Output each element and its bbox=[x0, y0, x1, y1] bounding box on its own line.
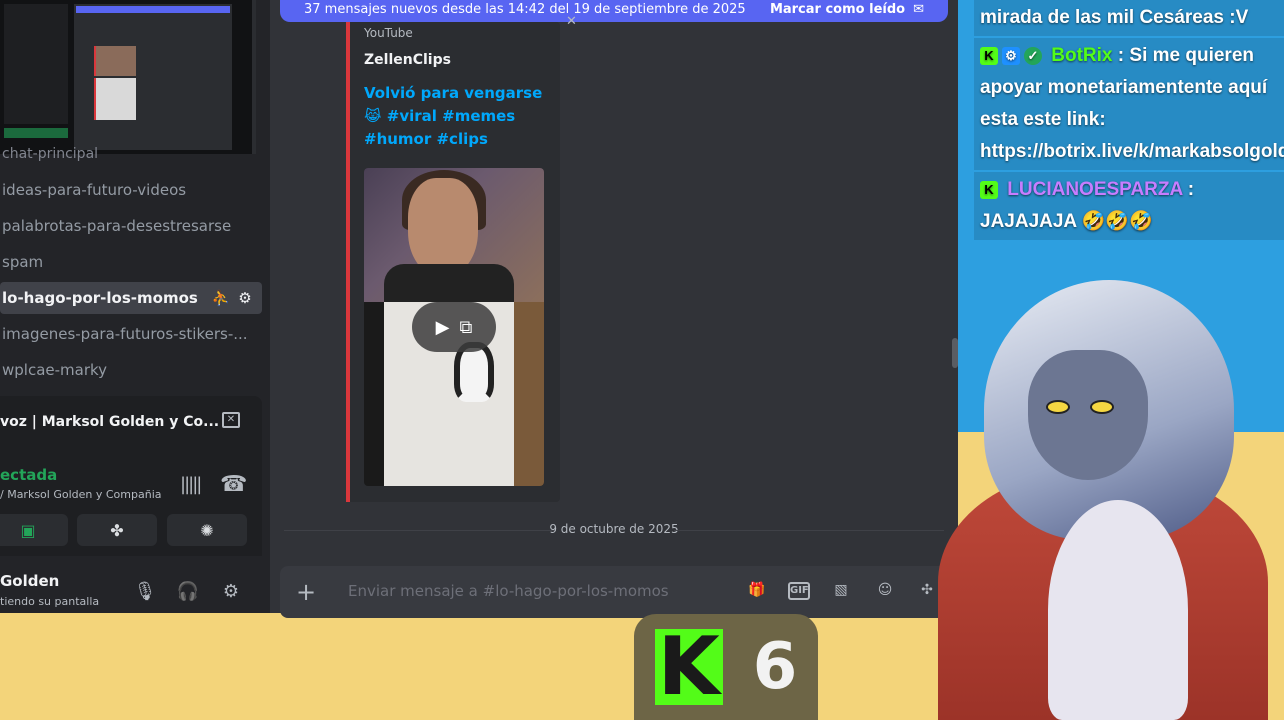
chat-message: mirada de las mil Cesáreas :V bbox=[974, 0, 1284, 36]
gif-icon[interactable]: GIF bbox=[788, 582, 810, 600]
stream-overlay: mirada de las mil Cesáreas :V K ⚙ ✓ BotRix… bbox=[938, 0, 1284, 720]
invite-icon[interactable]: ⛹ bbox=[212, 289, 231, 307]
thumbnail-shirt bbox=[384, 264, 514, 304]
screen-share-preview[interactable] bbox=[0, 0, 256, 154]
channel-label: lo-hago-por-los-momos bbox=[2, 289, 198, 307]
channel-palabrotas[interactable]: palabrotas-para-desestresarse bbox=[0, 210, 262, 242]
channel-partial[interactable]: chat-principal bbox=[2, 146, 98, 162]
video-controls[interactable]: ▶ ⧉ bbox=[412, 302, 496, 352]
youtube-embed: YouTube ZellenClips Volvió para vengarse… bbox=[346, 22, 560, 502]
gift-icon[interactable]: 🎁 bbox=[746, 582, 768, 602]
message-input-placeholder[interactable]: Enviar mensaje a #lo-hago-por-los-momos bbox=[348, 582, 669, 600]
chat-message-text: Si me quieren apoyar monetariamentente a… bbox=[980, 45, 1284, 162]
chat-message: K LUCIANOESPARZA : JAJAJAJA 🤣🤣🤣 bbox=[974, 172, 1284, 240]
thumbnail-door bbox=[514, 302, 544, 486]
camera-button[interactable]: ▣ bbox=[0, 514, 68, 546]
preview-sidebar bbox=[4, 4, 68, 124]
noise-suppression-icon[interactable]: ||||| bbox=[180, 474, 202, 495]
voice-status: ectada bbox=[0, 466, 58, 484]
message-input-box[interactable]: + Enviar mensaje a #lo-hago-por-los-momo… bbox=[280, 566, 948, 618]
new-messages-bar[interactable]: 37 mensajes nuevos desde las 14:42 del 1… bbox=[280, 0, 948, 22]
plus-icon[interactable]: + bbox=[296, 578, 316, 606]
embed-provider: YouTube bbox=[364, 26, 413, 40]
emoji-icon[interactable]: ☺ bbox=[874, 582, 896, 602]
video-thumbnail[interactable]: ▶ ⧉ bbox=[364, 168, 544, 486]
kick-follower-widget: K 6 bbox=[634, 614, 818, 720]
mark-read-button[interactable]: Marcar como leído ✉ bbox=[770, 2, 924, 17]
headset-icon[interactable]: 🎧 bbox=[177, 580, 199, 602]
apps-icon[interactable]: ✣ bbox=[916, 582, 938, 602]
hangup-icon[interactable]: ☎ bbox=[220, 472, 247, 497]
avatar-eye-right bbox=[1090, 400, 1114, 414]
chat-username: LUCIANOESPARZA bbox=[1007, 179, 1183, 200]
new-messages-text: 37 mensajes nuevos desde las 14:42 del 1… bbox=[304, 1, 746, 17]
channel-label: spam bbox=[2, 253, 44, 271]
embed-close-icon[interactable]: ✕ bbox=[566, 14, 577, 29]
user-status: tiendo su pantalla bbox=[0, 595, 100, 608]
gear-icon[interactable]: ⚙ bbox=[236, 289, 254, 307]
screen-share-icon[interactable]: ✕ bbox=[222, 412, 240, 428]
soundboard-icon: ✺ bbox=[200, 520, 214, 540]
kick-logo-icon: K bbox=[654, 627, 723, 707]
avatar-eye-left bbox=[1046, 400, 1070, 414]
open-external-icon[interactable]: ⧉ bbox=[459, 317, 472, 338]
soundboard-button[interactable]: ✺ bbox=[167, 514, 247, 546]
avatar-body bbox=[1048, 500, 1188, 720]
voice-panel: voz | Marksol Golden y Co... ✕ ectada / … bbox=[0, 396, 262, 556]
preview-main bbox=[74, 4, 232, 150]
channel-lo-hago-por-los-momos[interactable]: lo-hago-por-los-momos ⛹ ⚙ bbox=[0, 282, 262, 314]
channel-wplcae-marky[interactable]: wplcae-marky bbox=[0, 354, 262, 386]
chat-message-text: JAJAJAJA 🤣🤣🤣 bbox=[980, 211, 1153, 232]
stream-chat: mirada de las mil Cesáreas :V K ⚙ ✓ BotRix… bbox=[974, 0, 1284, 242]
date-divider: 9 de octubre de 2025 bbox=[270, 522, 958, 536]
chat-username: BotRix bbox=[1051, 45, 1113, 66]
bot-badge-icon: ⚙ bbox=[1002, 46, 1020, 65]
user-panel: Golden tiendo su pantalla 🎙 🎧 ⚙ bbox=[0, 562, 262, 613]
channel-spam[interactable]: spam bbox=[0, 246, 262, 278]
play-icon[interactable]: ▶ bbox=[436, 317, 450, 338]
preview-banner bbox=[76, 6, 230, 13]
voice-channel-sub[interactable]: / Marksol Golden y Compañia bbox=[0, 488, 162, 501]
channel-ideas-para-futuro-videos[interactable]: ideas-para-futuro-videos bbox=[0, 174, 262, 206]
activities-icon: ✤ bbox=[110, 520, 124, 540]
thumbnail-streamer-frame bbox=[364, 168, 544, 304]
avatar-face bbox=[1028, 350, 1148, 480]
chat-colon: : bbox=[1182, 179, 1195, 200]
preview-thumb-top bbox=[94, 46, 136, 76]
user-name[interactable]: Golden bbox=[0, 572, 59, 590]
channel-label: wplcae-marky bbox=[2, 361, 108, 379]
sticker-icon[interactable]: ▧ bbox=[830, 582, 852, 602]
microphone-icon[interactable]: 🎙 bbox=[134, 580, 157, 602]
verified-badge-icon: ✓ bbox=[1024, 46, 1042, 65]
voice-channel-title[interactable]: voz | Marksol Golden y Co... bbox=[0, 414, 219, 430]
kick-badge-icon: K bbox=[980, 46, 998, 65]
user-settings-gear-icon[interactable]: ⚙ bbox=[220, 580, 242, 602]
kick-badge-icon: K bbox=[980, 180, 998, 199]
thumbnail-face bbox=[408, 178, 478, 276]
mark-read-label: Marcar como leído bbox=[769, 1, 906, 17]
channel-label: imagenes-para-futuros-stikers-... bbox=[2, 325, 248, 343]
mark-read-icon: ✉ bbox=[913, 1, 924, 17]
camera-icon: ▣ bbox=[20, 520, 36, 540]
vtuber-avatar bbox=[938, 270, 1284, 720]
chat-colon: : bbox=[1112, 45, 1125, 66]
follower-count: 6 bbox=[752, 630, 798, 704]
channel-imagenes-stikers[interactable]: imagenes-para-futuros-stikers-... bbox=[0, 318, 262, 350]
chat-area: 37 mensajes nuevos desde las 14:42 del 1… bbox=[270, 0, 958, 618]
embed-author[interactable]: ZellenClips bbox=[364, 52, 451, 68]
preview-thumb-bottom bbox=[94, 78, 136, 120]
chat-message: K ⚙ ✓ BotRix : Si me quieren apoyar moneta… bbox=[974, 38, 1284, 170]
embed-title-link[interactable]: Volvió para vengarse 😹 #viral #memes #hu… bbox=[364, 82, 544, 151]
activities-button[interactable]: ✤ bbox=[77, 514, 157, 546]
channel-label: palabrotas-para-desestresarse bbox=[2, 217, 232, 235]
channel-label: ideas-para-futuro-videos bbox=[2, 181, 187, 199]
chat-message-text: mirada de las mil Cesáreas :V bbox=[980, 7, 1249, 28]
preview-voice-bar bbox=[4, 128, 68, 138]
channel-sidebar: chat-principal ideas-para-futuro-videos … bbox=[0, 0, 270, 613]
